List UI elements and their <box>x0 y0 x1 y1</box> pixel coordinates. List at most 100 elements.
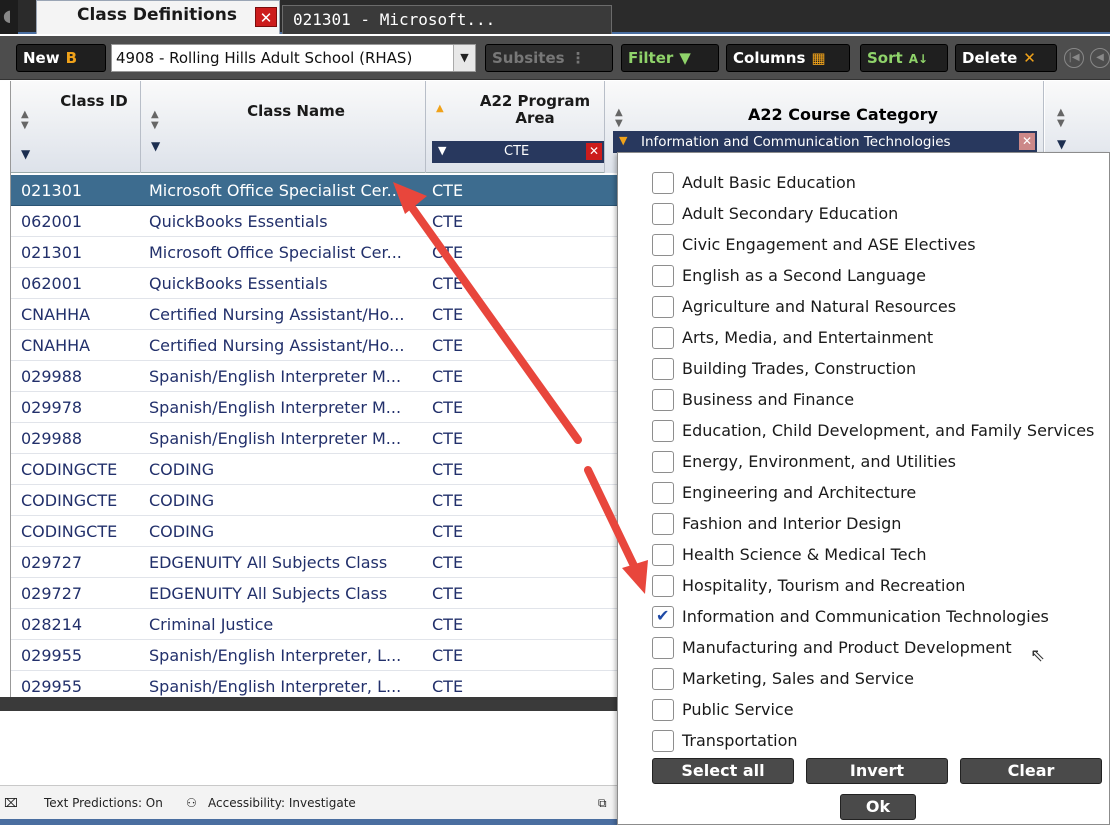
delete-x-icon: ✕ <box>1023 49 1036 67</box>
screen-icon: ⧉ <box>598 796 607 810</box>
checkbox[interactable] <box>652 327 674 349</box>
funnel-icon[interactable]: ▼ <box>21 147 30 161</box>
table-row[interactable]: CNAHHA Certified Nursing Assistant/Ho... C… <box>11 299 621 330</box>
checkbox[interactable] <box>652 296 674 318</box>
column-header-label: Class Name <box>247 102 345 120</box>
status-icon: ⌧ <box>4 796 18 810</box>
funnel-icon[interactable]: ▼ <box>1057 137 1066 151</box>
cell-class-name: EDGENUITY All Subjects Class <box>149 584 388 603</box>
grid-scrollbar[interactable] <box>0 697 620 711</box>
site-select-value: 4908 - Rolling Hills Adult School (RHAS) <box>116 49 413 67</box>
cell-program-area: CTE <box>432 336 464 355</box>
checkbox[interactable] <box>652 482 674 504</box>
filter-option-label: Fashion and Interior Design <box>682 514 902 533</box>
table-row[interactable]: 029988 Spanish/English Interpreter M... CT… <box>11 423 621 454</box>
column-header-program-area[interactable]: ▲ A22 Program Area ▼ CTE ✕ <box>426 81 616 173</box>
cell-class-name: EDGENUITY All Subjects Class <box>149 553 388 572</box>
new-button[interactable]: New B <box>16 44 106 72</box>
checkbox[interactable] <box>652 389 674 411</box>
course-category-filter-chip[interactable]: ▼ Information and Communication Technolo… <box>613 131 1037 153</box>
subsites-button[interactable]: Subsites ⋮ <box>485 44 613 72</box>
columns-button[interactable]: Columns ▦ <box>726 44 850 72</box>
cell-program-area: CTE <box>432 181 464 200</box>
table-row[interactable]: CODINGCTE CODING CTE <box>11 454 621 485</box>
text-predictions-status[interactable]: Text Predictions: On <box>44 796 163 810</box>
table-row[interactable]: CNAHHA Certified Nursing Assistant/Ho... C… <box>11 330 621 361</box>
tab-class-detail[interactable]: 021301 - Microsoft... <box>282 5 612 34</box>
filter-option-label: Energy, Environment, and Utilities <box>682 452 956 471</box>
checkbox[interactable] <box>652 699 674 721</box>
checkbox[interactable] <box>652 203 674 225</box>
delete-button[interactable]: Delete ✕ <box>955 44 1057 72</box>
funnel-icon[interactable]: ▼ <box>151 139 160 153</box>
filter-option-label: Adult Basic Education <box>682 173 856 192</box>
columns-button-label: Columns <box>733 49 806 67</box>
table-row[interactable]: 029727 EDGENUITY All Subjects Class CTE <box>11 578 621 609</box>
chevron-down-icon[interactable]: ▼ <box>453 45 475 71</box>
accessibility-icon: ⚇ <box>186 796 197 810</box>
sort-ascending-icon[interactable]: ▲ <box>436 103 444 114</box>
clear-button[interactable]: Clear <box>960 758 1102 784</box>
invert-button[interactable]: Invert <box>806 758 948 784</box>
table-row[interactable]: 028214 Criminal Justice CTE <box>11 609 621 640</box>
table-row[interactable]: 021301 Microsoft Office Specialist Cer...… <box>11 237 621 268</box>
sort-az-icon: A↓ <box>908 52 929 66</box>
cell-class-id: CNAHHA <box>21 336 91 355</box>
program-area-filter-chip[interactable]: ▼ CTE ✕ <box>432 141 604 163</box>
table-row[interactable]: 062001 QuickBooks Essentials CTE <box>11 268 621 299</box>
filter-option-label: Information and Communication Technologi… <box>682 607 1049 626</box>
checkbox[interactable] <box>652 544 674 566</box>
cell-class-id: 029988 <box>21 367 83 386</box>
sort-button[interactable]: Sort A↓ <box>860 44 948 72</box>
checkbox[interactable] <box>652 420 674 442</box>
checkbox[interactable] <box>652 637 674 659</box>
clear-filter-icon[interactable]: ✕ <box>1019 133 1035 150</box>
prev-record-icon[interactable]: ◀ <box>1090 48 1110 68</box>
first-record-icon[interactable]: |◀ <box>1064 48 1084 68</box>
sort-toggle-icon[interactable]: ▲ ▼ <box>615 107 623 129</box>
cell-program-area: CTE <box>432 243 464 262</box>
select-all-button[interactable]: Select all <box>652 758 794 784</box>
table-row[interactable]: 021301 Microsoft Office Specialist Cer...… <box>11 175 621 206</box>
table-row[interactable]: 029727 EDGENUITY All Subjects Class CTE <box>11 547 621 578</box>
column-header-class-id[interactable]: ▲ ▼ Class ID ▼ <box>11 81 141 173</box>
column-header-class-name[interactable]: ▲ ▼ Class Name ▼ <box>141 81 426 173</box>
checkbox[interactable] <box>652 234 674 256</box>
ok-button[interactable]: Ok <box>840 794 916 820</box>
checkbox[interactable] <box>652 451 674 473</box>
table-row[interactable]: 029978 Spanish/English Interpreter M... CT… <box>11 392 621 423</box>
cell-class-id: CODINGCTE <box>21 522 118 541</box>
checkbox[interactable] <box>652 668 674 690</box>
grid-rows: 021301 Microsoft Office Specialist Cer...… <box>11 175 621 702</box>
table-row[interactable]: 029988 Spanish/English Interpreter M... CT… <box>11 361 621 392</box>
table-row[interactable]: CODINGCTE CODING CTE <box>11 516 621 547</box>
cell-program-area: CTE <box>432 367 464 386</box>
table-row[interactable]: 062001 QuickBooks Essentials CTE <box>11 206 621 237</box>
clear-filter-icon[interactable]: ✕ <box>586 143 602 160</box>
tab-close-icon[interactable]: ✕ <box>255 7 277 27</box>
checkbox[interactable] <box>652 513 674 535</box>
cell-class-name: Spanish/English Interpreter, L... <box>149 677 402 696</box>
cell-class-name: Microsoft Office Specialist Cer... <box>149 181 402 200</box>
checkbox-checked[interactable] <box>652 606 674 628</box>
filter-button[interactable]: Filter ▼ <box>621 44 719 72</box>
sort-toggle-icon[interactable]: ▲ ▼ <box>1057 107 1065 129</box>
site-select[interactable]: 4908 - Rolling Hills Adult School (RHAS)… <box>111 44 476 72</box>
filter-option-label: Manufacturing and Product Development <box>682 638 1012 657</box>
accessibility-status[interactable]: Accessibility: Investigate <box>208 796 356 810</box>
checkbox[interactable] <box>652 172 674 194</box>
table-row[interactable]: 029955 Spanish/English Interpreter, L... C… <box>11 640 621 671</box>
sort-toggle-icon[interactable]: ▲ ▼ <box>21 109 29 131</box>
cell-program-area: CTE <box>432 677 464 696</box>
checkbox[interactable] <box>652 265 674 287</box>
cell-class-name: Microsoft Office Specialist Cer... <box>149 243 402 262</box>
sort-toggle-icon[interactable]: ▲ ▼ <box>151 109 159 131</box>
table-row[interactable]: CODINGCTE CODING CTE <box>11 485 621 516</box>
checkbox[interactable] <box>652 730 674 752</box>
filter-option-label: Agriculture and Natural Resources <box>682 297 957 316</box>
checkbox[interactable] <box>652 575 674 597</box>
funnel-icon: ▼ <box>438 144 447 157</box>
checkbox[interactable] <box>652 358 674 380</box>
tab-class-definitions[interactable]: Class Definitions ✕ <box>36 0 280 34</box>
tab-scroll-left[interactable]: ◖ <box>0 0 18 34</box>
